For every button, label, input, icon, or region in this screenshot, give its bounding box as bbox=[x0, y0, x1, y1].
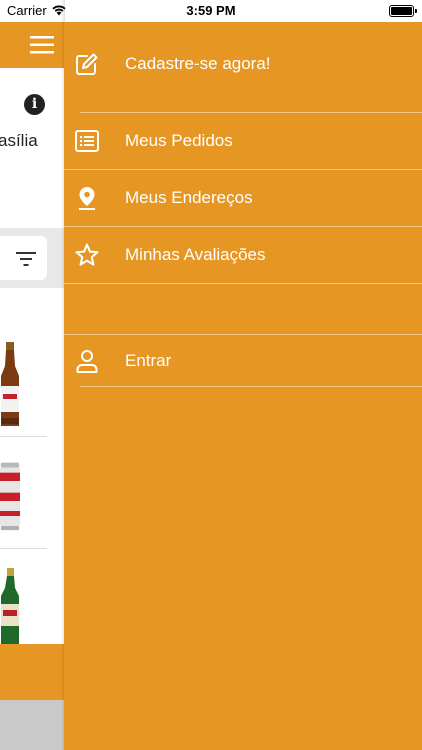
info-icon[interactable]: i bbox=[24, 94, 45, 115]
menu-item-reviews[interactable]: Minhas Avaliações bbox=[64, 227, 422, 283]
product-image[interactable] bbox=[0, 454, 20, 538]
background-footer bbox=[0, 644, 64, 700]
list-icon bbox=[75, 130, 99, 152]
status-bar: Carrier 3:59 PM bbox=[0, 0, 422, 22]
star-icon bbox=[75, 243, 99, 266]
product-image[interactable] bbox=[0, 342, 20, 428]
menu-divider bbox=[80, 386, 422, 387]
filter-icon bbox=[16, 252, 36, 266]
clock: 3:59 PM bbox=[186, 3, 236, 18]
battery-icon bbox=[389, 5, 417, 17]
menu-item-orders[interactable]: Meus Pedidos bbox=[64, 113, 422, 169]
menu-divider bbox=[64, 283, 422, 284]
hamburger-menu-icon[interactable] bbox=[30, 36, 54, 54]
product-image[interactable] bbox=[0, 568, 20, 644]
background-bottom-bar bbox=[0, 700, 64, 750]
menu-item-label: Meus Endereços bbox=[125, 188, 253, 207]
user-icon bbox=[76, 350, 98, 373]
menu-item-login[interactable]: Entrar bbox=[64, 333, 422, 389]
menu-item-label: Meus Pedidos bbox=[125, 131, 233, 150]
location-pin-icon bbox=[79, 187, 95, 210]
menu-item-label: Minhas Avaliações bbox=[125, 245, 266, 264]
menu-item-label: Cadastre-se agora! bbox=[125, 54, 271, 73]
menu-item-signup[interactable]: Cadastre-se agora! bbox=[64, 36, 422, 92]
list-divider bbox=[0, 548, 47, 549]
navigation-drawer: Cadastre-se agora! Meus Pedidos Meus End… bbox=[64, 22, 422, 750]
menu-item-addresses[interactable]: Meus Endereços bbox=[64, 170, 422, 226]
edit-icon bbox=[76, 53, 98, 75]
list-divider bbox=[0, 436, 47, 437]
location-text: asília bbox=[0, 131, 38, 150]
background-screen: i asília bbox=[0, 0, 64, 750]
menu-item-label: Entrar bbox=[125, 351, 172, 370]
